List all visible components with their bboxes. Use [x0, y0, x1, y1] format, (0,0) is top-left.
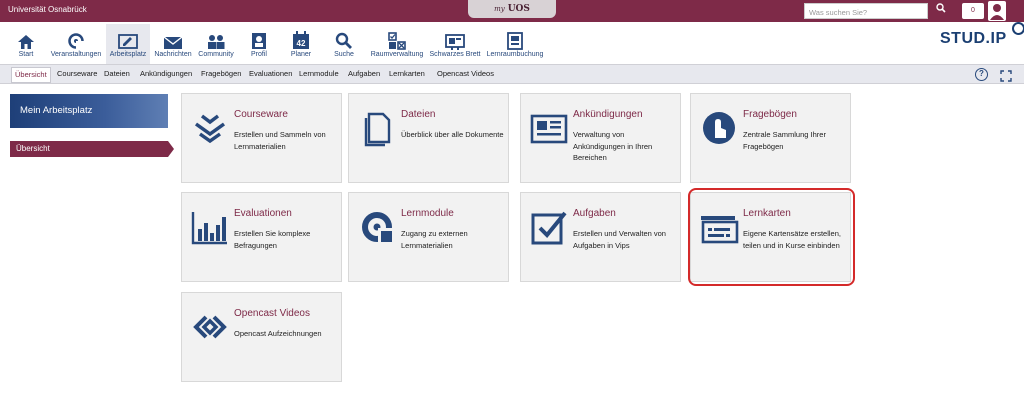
nav-item-suche[interactable]: Suche [330, 24, 358, 64]
tile-courseware[interactable]: Courseware Erstellen und Sammeln von Ler… [181, 93, 342, 183]
nav-item-nachrichten[interactable]: Nachrichten [152, 24, 194, 64]
lernkarten-highlight-frame [688, 188, 855, 286]
room-icon [368, 24, 426, 50]
avatar[interactable] [988, 1, 1006, 21]
profile-icon [244, 24, 274, 50]
courseware-icon [190, 108, 230, 148]
tab-uebersicht[interactable]: Übersicht [11, 67, 51, 83]
board-icon [428, 24, 482, 50]
search-input[interactable]: Was suchen Sie? [804, 3, 928, 19]
tab-aufgaben[interactable]: Aufgaben [348, 69, 380, 78]
nav-item-start[interactable]: Start [12, 24, 40, 64]
calendar-icon: 42 [285, 24, 317, 50]
nav-item-schwarzes-brett[interactable]: Schwarzes Brett [428, 24, 482, 64]
nav-item-profil[interactable]: Profil [244, 24, 274, 64]
tile-dateien[interactable]: Dateien Überblick über alle Dokumente [348, 93, 509, 183]
search-icon[interactable] [932, 3, 950, 19]
studip-logo-icon [1012, 22, 1024, 35]
sidebar-item-uebersicht[interactable]: Übersicht [10, 141, 174, 157]
tile-evaluationen[interactable]: Evaluationen Erstellen Sie komplexe Befr… [181, 192, 342, 282]
tab-dateien[interactable]: Dateien [104, 69, 130, 78]
evaluation-icon [190, 207, 230, 247]
home-icon [12, 24, 40, 50]
help-icon[interactable]: ? [975, 68, 988, 81]
tab-lernmodule[interactable]: Lernmodule [299, 69, 339, 78]
tile-frageboegen[interactable]: Fragebögen Zentrale Sammlung Ihrer Frage… [690, 93, 851, 183]
tile-ankuendigungen[interactable]: Ankündigungen Verwaltung von Ankündigung… [520, 93, 681, 183]
nav-item-lernraumbuchung[interactable]: Lernraumbuchung [484, 24, 546, 64]
tab-frageboegen[interactable]: Fragebögen [201, 69, 241, 78]
sidebar-title: Mein Arbeitsplatz [10, 94, 168, 128]
workplace-icon [106, 24, 150, 50]
community-icon [196, 24, 236, 50]
fullscreen-icon[interactable] [1000, 69, 1012, 82]
svg-text:42: 42 [297, 39, 306, 48]
nav-item-raumverwaltung[interactable]: Raumverwaltung [368, 24, 426, 64]
vote-icon [699, 108, 739, 148]
tab-evaluationen[interactable]: Evaluationen [249, 69, 292, 78]
files-icon [357, 108, 397, 148]
opencast-icon [190, 307, 230, 347]
seminar-icon [48, 24, 104, 50]
mail-icon [152, 24, 194, 50]
news-icon [529, 108, 569, 148]
tile-opencast-videos[interactable]: Opencast Videos Opencast Aufzeichnungen [181, 292, 342, 382]
tab-courseware[interactable]: Courseware [57, 69, 97, 78]
university-name[interactable]: Universität Osnabrück [8, 5, 87, 14]
tab-lernkarten[interactable]: Lernkarten [389, 69, 425, 78]
main-navigation: Start Veranstaltungen Arbeitsplatz Nachr… [0, 22, 1024, 64]
nav-item-arbeitsplatz[interactable]: Arbeitsplatz [106, 24, 150, 64]
tab-opencast-videos[interactable]: Opencast Videos [437, 69, 494, 78]
studip-logo[interactable]: STUD.IP [940, 22, 1024, 48]
tile-aufgaben[interactable]: Aufgaben Erstellen und Verwalten von Auf… [520, 192, 681, 282]
search-icon [330, 24, 358, 50]
booking-icon [484, 24, 546, 50]
tasks-icon [529, 207, 569, 247]
nav-item-community[interactable]: Community [196, 24, 236, 64]
tile-lernmodule[interactable]: Lernmodule Zugang zu externen Lernmateri… [348, 192, 509, 282]
learnmodule-icon [357, 207, 397, 247]
sub-navigation: Übersicht Courseware Dateien Ankündigung… [0, 64, 1024, 84]
top-bar: Universität Osnabrück my UOS Was suchen S… [0, 0, 1024, 22]
myuos-logo[interactable]: my UOS [468, 0, 556, 18]
notification-badge[interactable]: 0 [962, 3, 984, 19]
nav-item-planer[interactable]: 42 Planer [285, 24, 317, 64]
tab-ankuendigungen[interactable]: Ankündigungen [140, 69, 192, 78]
nav-item-veranstaltungen[interactable]: Veranstaltungen [48, 24, 104, 64]
